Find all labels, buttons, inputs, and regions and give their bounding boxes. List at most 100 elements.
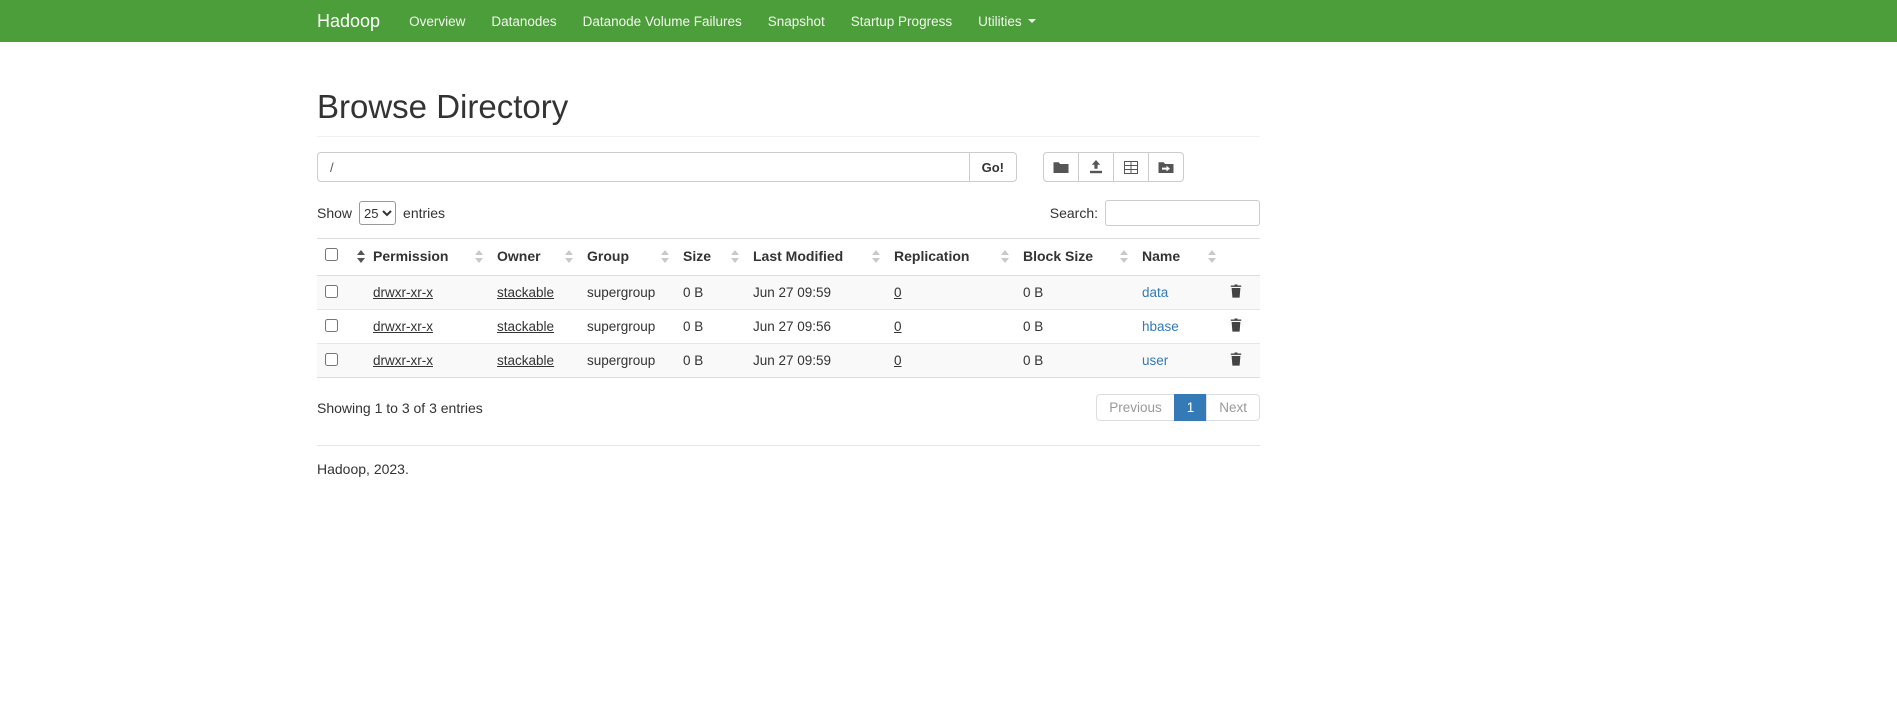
header-group[interactable]: Group [587,239,683,276]
trash-icon [1230,284,1242,301]
row-select-cell [317,344,373,378]
trash-icon [1230,318,1242,335]
footer-divider [317,445,1260,446]
show-label: Show [317,205,352,221]
path-input-group: Go! [317,152,1017,182]
permission-value[interactable]: drwxr-xr-x [373,285,433,300]
sort-icon[interactable] [475,250,483,266]
sort-icon[interactable] [357,250,365,266]
search-input[interactable] [1105,200,1260,226]
pagination-page-1[interactable]: 1 [1174,394,1208,421]
nav-datanodes[interactable]: Datanodes [478,0,569,42]
permission-cell: drwxr-xr-x [373,310,497,344]
directory-link[interactable]: hbase [1142,319,1179,334]
delete-button[interactable] [1230,352,1242,369]
header-group-label: Group [587,248,629,264]
select-all-checkbox[interactable] [325,248,338,261]
sort-icon[interactable] [661,250,669,266]
sort-icon[interactable] [872,250,880,266]
header-last-modified-label: Last Modified [753,248,843,264]
caret-down-icon [1028,19,1036,23]
modified-cell: Jun 27 09:59 [753,344,894,378]
brand-hadoop[interactable]: Hadoop [317,11,380,32]
entries-label: entries [403,205,445,221]
owner-cell: stackable [497,276,587,310]
header-permission-label: Permission [373,248,448,264]
header-actions [1230,239,1260,276]
header-block-size[interactable]: Block Size [1023,239,1142,276]
header-size[interactable]: Size [683,239,753,276]
sort-icon[interactable] [565,250,573,266]
directory-link[interactable]: data [1142,285,1168,300]
nav-startup-progress[interactable]: Startup Progress [838,0,965,42]
sort-icon[interactable] [731,250,739,266]
modified-cell: Jun 27 09:56 [753,310,894,344]
path-bar: Go! [317,152,1260,182]
directory-table: Permission Owner Group Size Last Modifie… [317,238,1260,378]
row-checkbox[interactable] [325,285,338,298]
footer-text: Hadoop, 2023. [317,461,1260,477]
delete-button[interactable] [1230,318,1242,335]
owner-value[interactable]: stackable [497,319,554,334]
sort-icon[interactable] [1208,250,1216,266]
sort-icon[interactable] [1120,250,1128,266]
row-checkbox[interactable] [325,353,338,366]
search-control: Search: [1050,200,1260,226]
header-owner[interactable]: Owner [497,239,587,276]
directory-link[interactable]: user [1142,353,1168,368]
table-row: drwxr-xr-x stackable supergroup 0 B Jun … [317,276,1260,310]
header-permission[interactable]: Permission [373,239,497,276]
name-cell: user [1142,344,1230,378]
top-navbar: Hadoop Overview Datanodes Datanode Volum… [0,0,1897,42]
size-cell: 0 B [683,276,753,310]
move-to-folder-button[interactable] [1148,152,1184,182]
actions-cell [1230,310,1260,344]
pagination-next[interactable]: Next [1206,394,1260,421]
directory-path-input[interactable] [317,152,970,182]
nav-startup-progress-label: Startup Progress [851,14,952,29]
sort-icon[interactable] [1001,250,1009,266]
table-row: drwxr-xr-x stackable supergroup 0 B Jun … [317,310,1260,344]
create-directory-button[interactable] [1043,152,1079,182]
upload-icon [1089,160,1103,174]
owner-value[interactable]: stackable [497,285,554,300]
block-size-cell: 0 B [1023,276,1142,310]
replication-cell: 0 [894,310,1023,344]
nav-snapshot[interactable]: Snapshot [755,0,838,42]
upload-file-button[interactable] [1078,152,1114,182]
replication-value[interactable]: 0 [894,353,902,368]
header-last-modified[interactable]: Last Modified [753,239,894,276]
permission-value[interactable]: drwxr-xr-x [373,353,433,368]
search-label: Search: [1050,205,1098,221]
replication-cell: 0 [894,344,1023,378]
pagination-previous[interactable]: Previous [1096,394,1175,421]
replication-value[interactable]: 0 [894,319,902,334]
modified-cell: Jun 27 09:59 [753,276,894,310]
replication-value[interactable]: 0 [894,285,902,300]
page-header: Browse Directory [317,88,1260,137]
row-checkbox[interactable] [325,319,338,332]
block-size-cell: 0 B [1023,344,1142,378]
nav-utilities-dropdown[interactable]: Utilities [965,0,1049,42]
owner-value[interactable]: stackable [497,353,554,368]
group-cell: supergroup [587,310,683,344]
owner-cell: stackable [497,344,587,378]
toolbar-button-group [1043,152,1184,182]
delete-button[interactable] [1230,284,1242,301]
header-replication[interactable]: Replication [894,239,1023,276]
cut-paste-button[interactable] [1113,152,1149,182]
header-replication-label: Replication [894,248,969,264]
permission-value[interactable]: drwxr-xr-x [373,319,433,334]
header-name-label: Name [1142,248,1180,264]
nav-datanode-volume-failures[interactable]: Datanode Volume Failures [570,0,755,42]
table-footer: Showing 1 to 3 of 3 entries Previous 1 N… [317,394,1260,421]
pagination: Previous 1 Next [1096,394,1260,421]
trash-icon [1230,352,1242,369]
header-select-all[interactable] [317,239,373,276]
go-button[interactable]: Go! [969,152,1017,182]
nav-overview[interactable]: Overview [396,0,478,42]
group-cell: supergroup [587,344,683,378]
page-size-select[interactable]: 25 [359,201,396,225]
header-name[interactable]: Name [1142,239,1230,276]
row-select-cell [317,310,373,344]
